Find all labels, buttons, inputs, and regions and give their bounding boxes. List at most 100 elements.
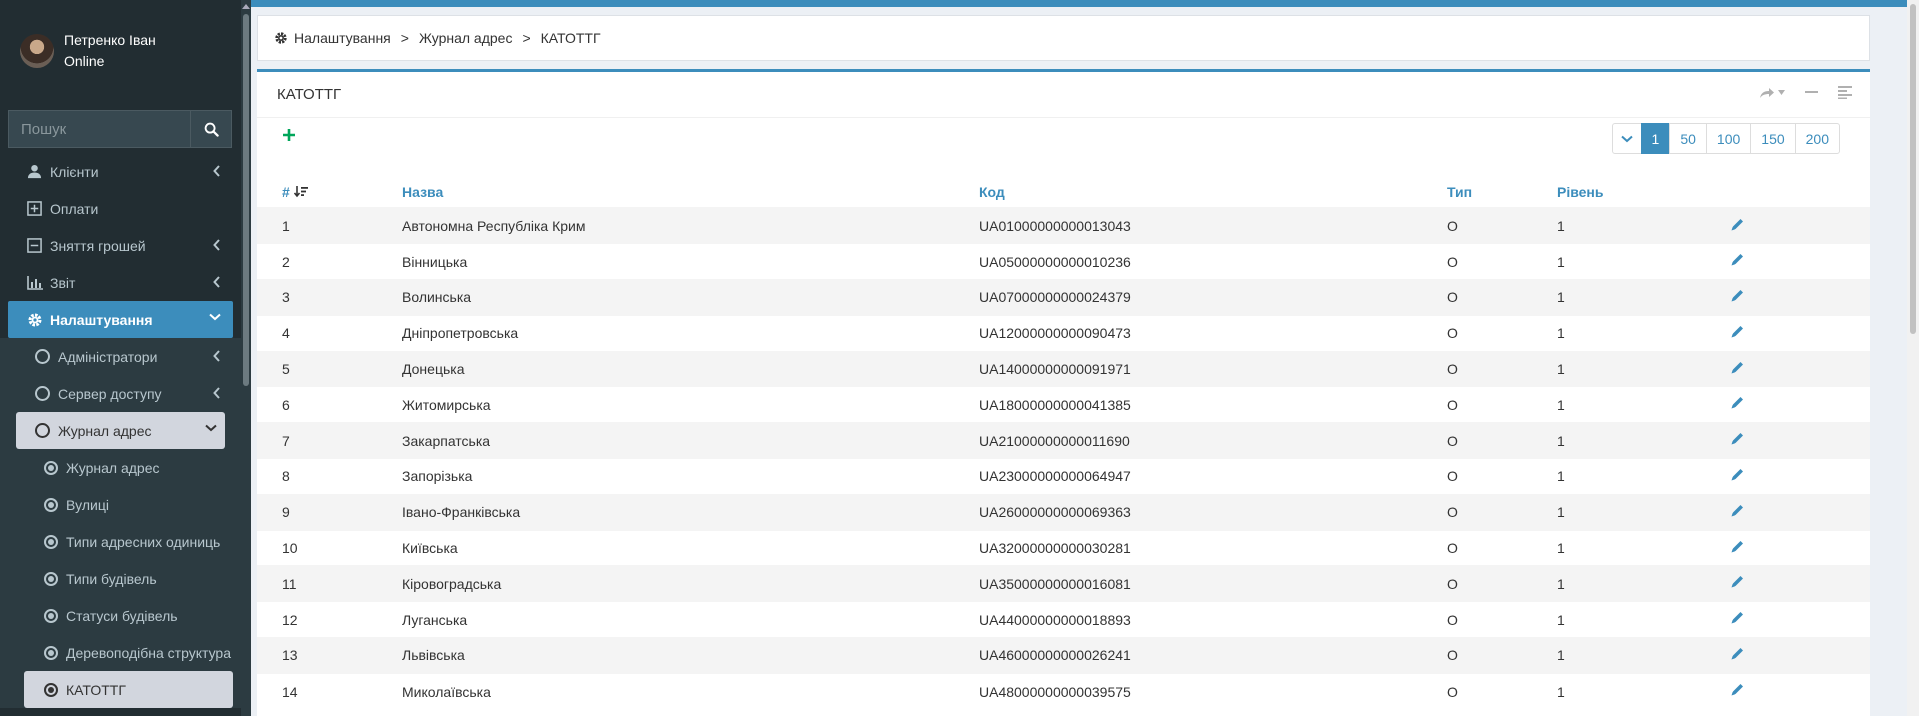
row-level: 1	[1557, 207, 1730, 244]
page-size-100[interactable]: 100	[1705, 123, 1752, 154]
pager-toggle-button[interactable]	[1611, 123, 1642, 154]
sidebar-item-settings[interactable]: Налаштування	[8, 301, 233, 338]
column-header-actions	[1730, 176, 1870, 209]
search-icon	[204, 122, 219, 137]
edit-pencil-icon[interactable]	[1730, 432, 1744, 449]
dot-circle-icon	[42, 570, 59, 587]
page-scrollbar[interactable]	[1907, 0, 1919, 716]
sidebar-item-report[interactable]: Звіт	[0, 264, 241, 301]
sidebar-item-building-statuses[interactable]: Статуси будівель	[0, 597, 241, 634]
row-code: UA21000000000011690	[979, 422, 1447, 459]
page-size-pager: 1 50 100 150 200	[1611, 123, 1840, 154]
row-level: 1	[1557, 422, 1730, 459]
edit-pencil-icon[interactable]	[1730, 611, 1744, 628]
page-scroll-thumb[interactable]	[1910, 4, 1916, 334]
page-size-150[interactable]: 150	[1750, 123, 1796, 154]
row-type: O	[1447, 637, 1557, 674]
row-code: UA23000000000064947	[979, 458, 1447, 495]
chevron-left-icon	[213, 239, 220, 251]
row-num: 7	[257, 422, 402, 459]
row-code: UA07000000000024379	[979, 279, 1447, 316]
sidebar-item-katottg[interactable]: КАТОТТГ	[24, 671, 233, 708]
edit-pencil-icon[interactable]	[1730, 575, 1744, 592]
gear-icon	[275, 32, 287, 44]
address-log-submenu: Журнал адрес Вулиці Типи адресних одиниц…	[0, 449, 241, 708]
row-name: Луганська	[402, 601, 979, 638]
page-size-200[interactable]: 200	[1794, 123, 1840, 154]
avatar	[20, 34, 54, 68]
edit-pencil-icon[interactable]	[1730, 396, 1744, 413]
page-size-1[interactable]: 1	[1640, 123, 1671, 154]
edit-pencil-icon[interactable]	[1730, 504, 1744, 521]
user-name: Петренко Іван	[64, 32, 156, 48]
search-button[interactable]	[190, 110, 232, 148]
column-header-code[interactable]: Код	[979, 176, 1447, 209]
sidebar-item-access-server[interactable]: Сервер доступу	[0, 375, 241, 412]
search-input[interactable]	[8, 110, 190, 148]
breadcrumb-separator: >	[400, 30, 409, 46]
user-icon	[26, 163, 43, 180]
sort-desc-icon	[293, 185, 308, 197]
sidebar-item-clients[interactable]: Клієнти	[0, 153, 241, 190]
row-name: Дніпропетровська	[402, 314, 979, 352]
edit-pencil-icon[interactable]	[1730, 218, 1744, 235]
edit-pencil-icon[interactable]	[1730, 361, 1744, 378]
row-level: 1	[1557, 279, 1730, 316]
row-actions	[1730, 565, 1870, 602]
row-level: 1	[1557, 350, 1730, 387]
chevron-down-icon	[205, 424, 217, 432]
row-actions	[1730, 314, 1870, 352]
share-dropdown-button[interactable]	[1759, 87, 1785, 99]
row-level: 1	[1557, 601, 1730, 638]
sidebar-item-address-unit-types[interactable]: Типи адресних одиниць	[0, 523, 241, 560]
column-header-level[interactable]: Рівень	[1557, 176, 1730, 209]
row-actions	[1730, 386, 1870, 423]
column-header-type[interactable]: Тип	[1447, 176, 1557, 209]
sidebar-item-streets[interactable]: Вулиці	[0, 486, 241, 523]
table-row: 13 Львівська UA46000000000026241 O 1	[257, 637, 1870, 674]
edit-pencil-icon[interactable]	[1730, 540, 1744, 557]
sidebar-scrollbar[interactable]	[241, 0, 251, 716]
row-num: 3	[257, 279, 402, 316]
row-level: 1	[1557, 672, 1730, 710]
page-size-50[interactable]: 50	[1669, 123, 1707, 154]
table-row: 5 Донецька UA14000000000091971 O 1	[257, 350, 1870, 387]
row-code: UA35000000000016081	[979, 565, 1447, 602]
scroll-up-arrow-icon[interactable]	[242, 4, 250, 9]
edit-pencil-icon[interactable]	[1730, 289, 1744, 306]
align-icon[interactable]	[1838, 86, 1852, 99]
column-header-num[interactable]: #	[257, 176, 402, 209]
table-row: 14 Миколаївська UA48000000000039575 O 1	[257, 672, 1870, 710]
breadcrumb-settings[interactable]: Налаштування	[294, 30, 391, 46]
circle-icon	[34, 348, 51, 365]
sidebar-item-tree-structure[interactable]: Деревоподібна структура	[0, 634, 241, 671]
gear-icon	[26, 311, 43, 328]
edit-pencil-icon[interactable]	[1730, 253, 1744, 270]
sidebar-item-address-log[interactable]: Журнал адрес	[16, 412, 225, 449]
sidebar-item-address-log-list[interactable]: Журнал адрес	[0, 449, 241, 486]
row-actions	[1730, 207, 1870, 244]
sidebar-item-admins[interactable]: Адміністратори	[0, 338, 241, 375]
box-tools	[1759, 86, 1852, 99]
user-panel: Петренко Іван Online	[20, 28, 156, 74]
sidebar-scroll-thumb[interactable]	[243, 14, 249, 386]
row-type: O	[1447, 672, 1557, 710]
minus-square-icon	[26, 237, 43, 254]
table-row: 12 Луганська UA44000000000018893 O 1	[257, 601, 1870, 638]
breadcrumb-address-log[interactable]: Журнал адрес	[419, 30, 513, 46]
edit-pencil-icon[interactable]	[1730, 647, 1744, 664]
table-row: 2 Вінницька UA05000000000010236 O 1	[257, 243, 1870, 280]
circle-icon	[34, 385, 51, 402]
sidebar-item-payments[interactable]: Оплати	[0, 190, 241, 227]
sidebar-item-building-types[interactable]: Типи будівель	[0, 560, 241, 597]
minimize-button[interactable]	[1805, 91, 1818, 94]
table-row: 9 Івано-Франківська UA26000000000069363 O 1	[257, 493, 1870, 531]
sidebar-search	[8, 110, 232, 148]
add-button[interactable]	[281, 127, 297, 143]
row-name: Донецька	[402, 350, 979, 387]
sidebar-item-withdraw[interactable]: Зняття грошей	[0, 227, 241, 264]
edit-pencil-icon[interactable]	[1730, 683, 1744, 700]
edit-pencil-icon[interactable]	[1730, 468, 1744, 485]
column-header-name[interactable]: Назва	[402, 176, 979, 209]
edit-pencil-icon[interactable]	[1730, 325, 1744, 342]
